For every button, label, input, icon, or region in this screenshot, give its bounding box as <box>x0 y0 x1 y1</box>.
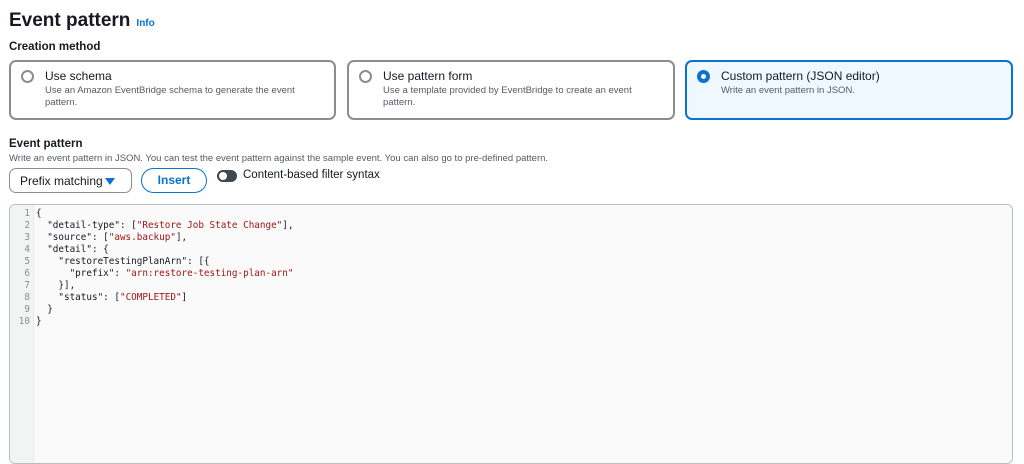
code-token: "detail-type": [ <box>36 220 137 231</box>
code-token: ], <box>175 232 188 243</box>
code-token: ], <box>282 220 294 231</box>
code-lines[interactable]: 1{2 "detail-type": ["Restore Job State C… <box>10 208 294 328</box>
line-number: 5 <box>24 256 30 267</box>
option-use-pattern-form[interactable]: Use pattern form Use a template provided… <box>347 60 675 120</box>
line-number: 9 <box>24 304 30 315</box>
code-token: "detail": { <box>36 244 109 255</box>
string-token: "COMPLETED" <box>119 292 182 303</box>
dropdown-value: Prefix matching <box>20 174 103 188</box>
code-token: ] <box>181 292 188 303</box>
line-number: 2 <box>24 220 30 231</box>
line-code: "restoreTestingPlanArn": [{ <box>32 256 210 268</box>
code-token: "status": [ <box>36 292 120 303</box>
code-token: { <box>36 208 42 219</box>
option-title: Custom pattern (JSON editor) <box>721 69 880 83</box>
title-text: Event pattern <box>9 10 131 31</box>
line-number: 10 <box>18 316 30 327</box>
line-number: 6 <box>24 268 30 279</box>
page-title: Event pattern Info <box>9 10 155 32</box>
code-line[interactable]: 8 "status": ["COMPLETED"] <box>10 292 293 304</box>
line-number: 1 <box>24 208 30 219</box>
code-token: }], <box>36 280 76 291</box>
code-line[interactable]: 10} <box>10 316 293 328</box>
event-pattern-description: Write an event pattern in JSON. You can … <box>9 153 549 164</box>
option-custom-pattern[interactable]: Custom pattern (JSON editor) Write an ev… <box>685 60 1013 120</box>
code-line[interactable]: 3 "source": ["aws.backup"], <box>10 232 293 244</box>
code-token: } <box>36 316 42 327</box>
caret-down-icon <box>105 178 115 185</box>
string-token: "Restore Job State Change" <box>136 220 283 231</box>
code-line[interactable]: 5 "restoreTestingPlanArn": [{ <box>10 256 293 268</box>
line-number: 8 <box>24 292 30 303</box>
code-line[interactable]: 2 "detail-type": ["Restore Job State Cha… <box>10 220 293 232</box>
line-number: 7 <box>24 280 30 291</box>
option-desc: Use a template provided by EventBridge t… <box>383 85 632 108</box>
code-token: } <box>36 304 53 315</box>
string-token: "aws.backup" <box>108 232 176 243</box>
code-line[interactable]: 6 "prefix": "arn:restore-testing-plan-ar… <box>10 268 293 280</box>
line-code: "detail": { <box>32 244 109 256</box>
matching-dropdown[interactable]: Prefix matching <box>9 168 132 193</box>
code-line[interactable]: 1{ <box>10 208 293 220</box>
line-code: { <box>32 208 42 220</box>
json-editor[interactable]: 1{2 "detail-type": ["Restore Job State C… <box>9 204 1013 464</box>
code-line[interactable]: 9 } <box>10 304 293 316</box>
option-title: Use schema <box>45 69 112 83</box>
code-token: "source": [ <box>36 232 109 243</box>
code-token: "prefix": <box>36 268 126 279</box>
toggle-label: Content-based filter syntax <box>243 169 380 181</box>
line-number: 3 <box>24 232 30 243</box>
line-code: } <box>32 304 53 316</box>
option-title: Use pattern form <box>383 69 473 83</box>
option-desc: Write an event pattern in JSON. <box>721 85 855 96</box>
line-code: "status": ["COMPLETED"] <box>32 292 187 304</box>
event-pattern-label: Event pattern <box>9 138 83 150</box>
line-number: 4 <box>24 244 30 255</box>
radio-icon[interactable] <box>359 70 372 83</box>
radio-icon[interactable] <box>21 70 34 83</box>
info-link[interactable]: Info <box>136 18 154 29</box>
code-token: "restoreTestingPlanArn": [{ <box>36 256 210 267</box>
radio-selected-icon[interactable] <box>697 70 710 83</box>
code-line[interactable]: 7 }], <box>10 280 293 292</box>
creation-method-label: Creation method <box>9 41 101 53</box>
option-use-schema[interactable]: Use schema Use an Amazon EventBridge sch… <box>9 60 336 120</box>
line-code: "prefix": "arn:restore-testing-plan-arn" <box>32 268 294 280</box>
line-code: "source": ["aws.backup"], <box>32 232 187 244</box>
line-code: "detail-type": ["Restore Job State Chang… <box>32 220 293 232</box>
insert-button[interactable]: Insert <box>141 168 207 193</box>
content-filter-toggle[interactable] <box>217 170 237 182</box>
code-line[interactable]: 4 "detail": { <box>10 244 293 256</box>
line-code: }], <box>32 280 75 292</box>
option-desc: Use an Amazon EventBridge schema to gene… <box>45 85 295 108</box>
line-code: } <box>32 316 42 328</box>
string-token: "arn:restore-testing-plan-arn" <box>125 268 294 279</box>
